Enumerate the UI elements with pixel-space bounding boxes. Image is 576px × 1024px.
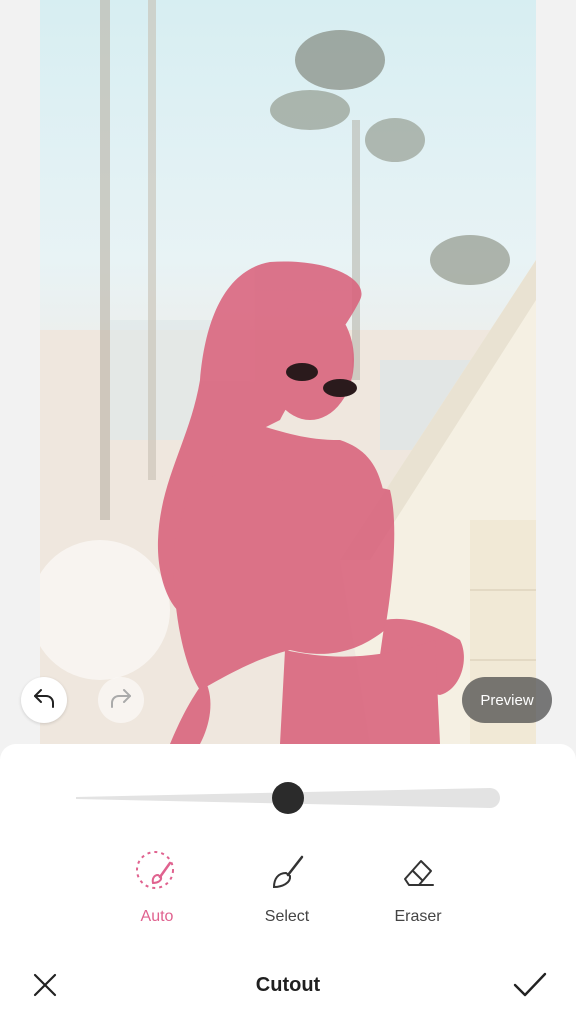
tool-eraser[interactable]: Eraser <box>373 848 463 938</box>
brush-icon <box>263 848 311 896</box>
tool-auto[interactable]: Auto <box>112 848 202 938</box>
undo-arrow-icon <box>32 687 56 714</box>
preview-label: Preview <box>480 691 534 709</box>
tool-auto-label: Auto <box>140 908 174 925</box>
photo-canvas[interactable] <box>40 0 536 744</box>
bottom-bar: Cutout <box>0 956 576 1016</box>
eraser-icon <box>394 848 442 896</box>
undo-button[interactable] <box>21 677 67 723</box>
tool-select-label: Select <box>264 908 310 925</box>
photo-image <box>40 0 536 744</box>
tool-select[interactable]: Select <box>242 848 332 938</box>
redo-arrow-icon <box>109 687 133 714</box>
slider-thumb[interactable] <box>272 782 304 814</box>
preview-button[interactable]: Preview <box>462 677 552 723</box>
screen-title: Cutout <box>255 974 321 996</box>
check-icon <box>512 971 548 1004</box>
redo-button[interactable] <box>98 677 144 723</box>
confirm-button[interactable] <box>510 970 550 1004</box>
tool-eraser-label: Eraser <box>394 908 442 925</box>
auto-brush-icon <box>133 848 181 896</box>
